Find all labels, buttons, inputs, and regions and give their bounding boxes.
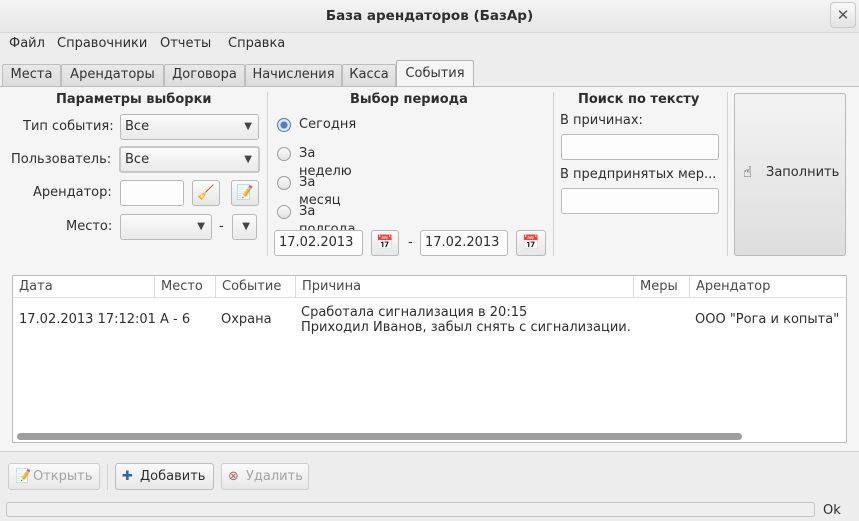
separator — [727, 92, 728, 256]
reasons-label: В причинах: — [560, 113, 643, 128]
event-type-label: Тип события: — [23, 119, 114, 134]
cell-event: Охрана — [221, 312, 272, 327]
events-table[interactable]: Дата Место Событие Причина Меры Арендато… — [12, 275, 847, 443]
measures-label: В предпринятых мер... — [560, 167, 717, 182]
tab-tenants[interactable]: Арендаторы — [61, 64, 164, 86]
chevron-down-icon: ▼ — [197, 221, 205, 232]
separator — [107, 464, 108, 490]
date-to-field[interactable]: 17.02.2013 — [420, 230, 508, 256]
chevron-down-icon: ▼ — [242, 221, 250, 232]
plus-icon: ✚ — [122, 469, 133, 484]
date-to-calendar-button[interactable]: 📅 — [516, 230, 546, 256]
separator — [267, 92, 268, 256]
menu-references[interactable]: Справочники — [57, 35, 147, 53]
hand-pointer-icon: ☝ — [743, 163, 753, 181]
calendar-icon: 📅 — [522, 235, 540, 251]
radio-indicator — [277, 205, 291, 219]
user-value: Все — [125, 152, 150, 167]
window-title: База арендаторов (БазАр) — [325, 8, 534, 24]
column-date[interactable]: Дата — [13, 276, 155, 298]
separator — [553, 92, 554, 256]
column-reason[interactable]: Причина — [296, 276, 634, 298]
menubar: Файл Справочники Отчеты Справка — [0, 33, 859, 57]
fill-button-label: Заполнить — [766, 165, 840, 180]
radio-today-label: Сегодня — [299, 117, 357, 132]
add-button-label: Добавить — [140, 469, 206, 484]
tab-events[interactable]: События — [396, 60, 474, 87]
fill-button[interactable]: ☝ Заполнить — [734, 93, 846, 256]
add-button[interactable]: ✚ Добавить — [115, 463, 214, 490]
date-dash: - — [408, 235, 413, 250]
radio-indicator — [277, 176, 291, 190]
place-suffix-select[interactable]: ▼ — [232, 214, 257, 240]
menu-reports[interactable]: Отчеты — [160, 35, 211, 53]
date-from-calendar-button[interactable]: 📅 — [371, 230, 399, 256]
cell-date: 17.02.2013 17:12:01 — [19, 312, 156, 327]
column-event[interactable]: Событие — [216, 276, 296, 298]
broom-icon: 🧹 — [197, 185, 215, 201]
tab-charges[interactable]: Начисления — [245, 64, 342, 86]
open-button-label: Открыть — [33, 469, 93, 484]
place-select[interactable]: ▼ — [120, 214, 212, 240]
radio-indicator — [277, 118, 291, 132]
tenant-field[interactable] — [120, 180, 184, 206]
calendar-icon: 📅 — [376, 235, 394, 251]
user-select[interactable]: Все ▼ — [119, 146, 260, 173]
delete-button-label: Удалить — [246, 469, 303, 484]
tab-bar: Места Арендаторы Договора Начисления Кас… — [0, 60, 859, 87]
radio-indicator — [277, 147, 291, 161]
search-title: Поиск по тексту — [578, 92, 700, 107]
menu-help[interactable]: Справка — [228, 35, 285, 53]
date-from-field[interactable]: 17.02.2013 — [274, 230, 363, 256]
open-document-icon: 📝 — [15, 469, 32, 484]
edit-note-icon: 📝 — [236, 185, 254, 201]
edit-tenant-button[interactable]: 📝 — [231, 180, 259, 206]
clear-tenant-button[interactable]: 🧹 — [192, 180, 220, 206]
close-icon: ✕ — [836, 6, 850, 24]
place-label: Место: — [66, 219, 113, 234]
column-place[interactable]: Место — [155, 276, 216, 298]
horizontal-scrollbar[interactable] — [17, 433, 742, 440]
tab-cashbox[interactable]: Касса — [342, 64, 396, 86]
cell-reason-line1: Сработала сигнализация в 20:15 — [301, 305, 528, 320]
delete-icon: ⊗ — [228, 469, 239, 484]
cell-place: А - 6 — [160, 312, 191, 327]
chevron-down-icon: ▼ — [244, 121, 252, 132]
table-header: Дата Место Событие Причина Меры Арендато… — [13, 276, 846, 298]
measures-search-input[interactable] — [561, 188, 719, 214]
tab-places[interactable]: Места — [2, 64, 61, 86]
tenant-label: Арендатор: — [33, 185, 112, 200]
place-dash: - — [219, 219, 224, 234]
window-titlebar: База арендаторов (БазАр) — [0, 0, 859, 33]
status-ok-label: Ok — [823, 503, 841, 518]
column-measures[interactable]: Меры — [634, 276, 690, 298]
delete-button[interactable]: ⊗ Удалить — [221, 463, 309, 490]
reasons-search-input[interactable] — [561, 134, 719, 160]
event-type-select[interactable]: Все ▼ — [120, 114, 259, 140]
close-window-button[interactable]: ✕ — [830, 2, 856, 28]
event-type-value: Все — [125, 119, 150, 134]
cell-reason-line2: Приходил Иванов, забыл снять с сигнализа… — [301, 320, 631, 335]
params-title: Параметры выборки — [56, 92, 212, 107]
chevron-down-icon: ▼ — [244, 154, 252, 165]
open-button[interactable]: 📝 Открыть — [8, 463, 100, 490]
column-tenant[interactable]: Арендатор — [690, 276, 846, 298]
menu-file[interactable]: Файл — [9, 35, 45, 53]
cell-tenant: ООО "Рога и копыта" — [695, 312, 840, 327]
user-label: Пользователь: — [11, 152, 112, 167]
tab-contracts[interactable]: Договора — [164, 64, 245, 86]
period-title: Выбор периода — [350, 92, 468, 107]
status-progress-bar — [6, 502, 815, 517]
